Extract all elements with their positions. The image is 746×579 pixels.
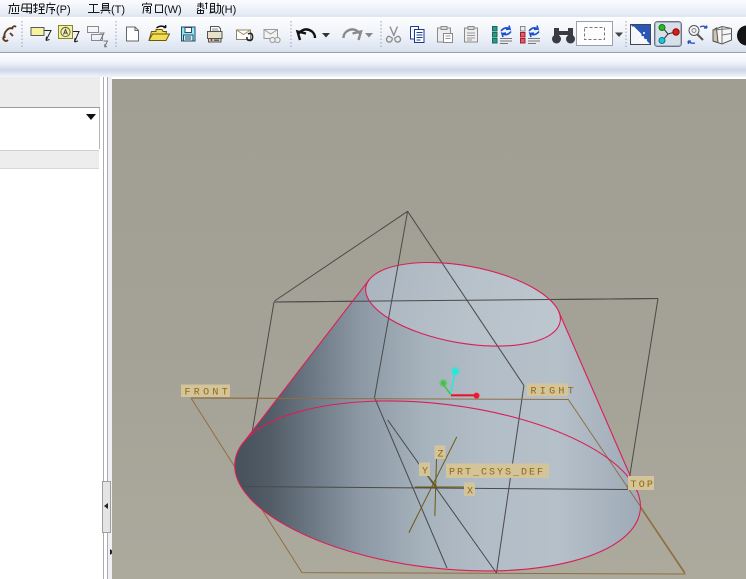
svg-text:Y: Y	[422, 467, 428, 478]
svg-text:RIGHT: RIGHT	[531, 387, 578, 398]
svg-text:PRT_CSYS_DEF: PRT_CSYS_DEF	[449, 468, 545, 479]
svg-text:(T): (T)	[111, 4, 125, 16]
svg-text:FRONT: FRONT	[185, 388, 232, 399]
svg-text:Z: Z	[438, 450, 444, 461]
svg-text:TOP: TOP	[631, 480, 656, 491]
svg-text:X: X	[467, 487, 473, 498]
svg-text:(P): (P)	[56, 4, 71, 16]
svg-text:(H): (H)	[221, 4, 236, 16]
svg-text:(W): (W)	[164, 4, 182, 16]
